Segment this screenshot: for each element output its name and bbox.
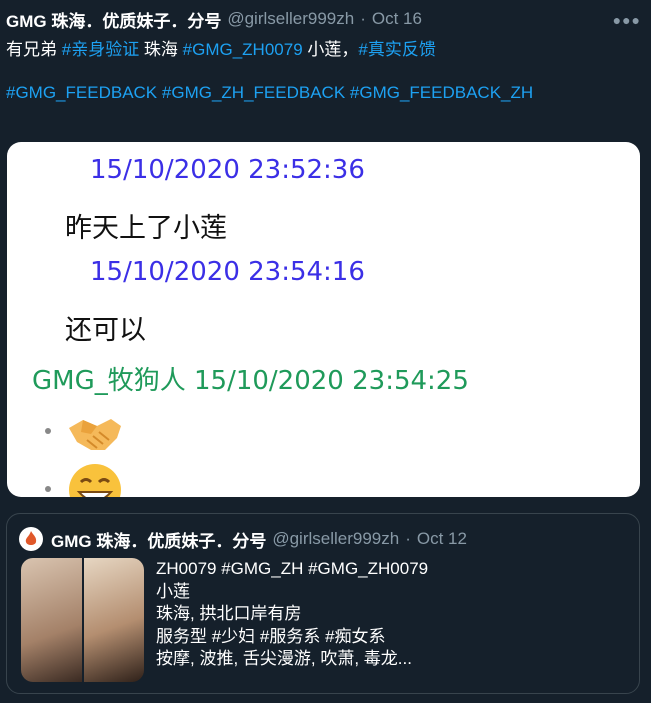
handshake-emoji — [69, 419, 121, 450]
tweet-text-line1: 有兄弟 #亲身验证 珠海 #GMG_ZH0079 小莲，#真实反馈 — [6, 35, 436, 60]
hashtag-link[interactable]: #亲身验证 — [62, 40, 139, 59]
more-horizontal-icon[interactable]: ●●● — [613, 12, 641, 28]
tweet-date[interactable]: Oct 12 — [417, 529, 467, 549]
hashtag-link[interactable]: #GMG_ZH_FEEDBACK — [162, 83, 345, 102]
handle[interactable]: @girlseller999zh — [227, 9, 354, 29]
quoted-line: 按摩, 波推, 舌尖漫游, 吹萧, 毒龙... — [156, 649, 412, 668]
message-timestamp: 15/10/2020 23:54:16 — [90, 257, 365, 287]
quoted-tweet-header: GMG 珠海．优质妹子．分号 @girlseller999zh · Oct 12 — [19, 526, 467, 552]
quoted-line: ZH0079 #GMG_ZH #GMG_ZH0079 — [156, 559, 429, 578]
tweet-text-line2: #GMG_FEEDBACK #GMG_ZH_FEEDBACK #GMG_FEED… — [6, 83, 533, 103]
avatar[interactable] — [19, 527, 43, 551]
quoted-line: 珠海, 拱北口岸有房 — [156, 604, 302, 623]
separator: · — [405, 529, 411, 548]
handle[interactable]: @girlseller999zh — [272, 529, 399, 549]
message-text: 还可以 — [65, 315, 146, 346]
message-text: 昨天上了小莲 — [65, 213, 227, 244]
quoted-line: 小莲 — [156, 581, 190, 601]
hashtag-link[interactable]: #GMG_ZH0079 — [183, 40, 303, 59]
tweet-date[interactable]: Oct 16 — [372, 9, 422, 29]
separator: · — [360, 9, 366, 28]
text-part: 小莲， — [302, 40, 359, 59]
thumbnail-image[interactable] — [21, 558, 82, 682]
tweet-header: GMG 珠海．优质妹子．分号 @girlseller999zh · Oct 16 — [6, 7, 645, 32]
text-part: 珠海 — [139, 40, 183, 59]
message-timestamp: 15/10/2020 23:52:36 — [90, 155, 365, 185]
quoted-tweet-text: ZH0079 #GMG_ZH #GMG_ZH0079 小莲 珠海, 拱北口岸有房… — [156, 558, 428, 671]
media-image[interactable]: 15/10/2020 23:52:36 昨天上了小莲 15/10/2020 23… — [7, 142, 640, 497]
quoted-media[interactable] — [21, 558, 144, 682]
quoted-tweet[interactable]: GMG 珠海．优质妹子．分号 @girlseller999zh · Oct 12… — [6, 513, 640, 694]
grinning-face-emoji — [69, 464, 121, 497]
hashtag-link[interactable]: #真实反馈 — [358, 40, 435, 59]
flame-icon — [25, 531, 37, 545]
display-name[interactable]: GMG 珠海．优质妹子．分号 — [51, 527, 266, 552]
text-part: 有兄弟 — [6, 40, 62, 59]
reply-sender: GMG_牧狗人 15/10/2020 23:54:25 — [32, 366, 469, 396]
hashtag-link[interactable]: #GMG_FEEDBACK_ZH — [350, 83, 533, 102]
list-bullet — [45, 428, 51, 434]
display-name[interactable]: GMG 珠海．优质妹子．分号 — [6, 7, 221, 32]
hashtag-link[interactable]: #GMG_FEEDBACK — [6, 83, 157, 102]
quoted-line: 服务型 #少妇 #服务系 #痴女系 — [156, 626, 386, 646]
thumbnail-image[interactable] — [83, 558, 144, 682]
tweet[interactable]: GMG 珠海．优质妹子．分号 @girlseller999zh · Oct 16… — [0, 0, 651, 703]
list-bullet — [45, 486, 51, 492]
